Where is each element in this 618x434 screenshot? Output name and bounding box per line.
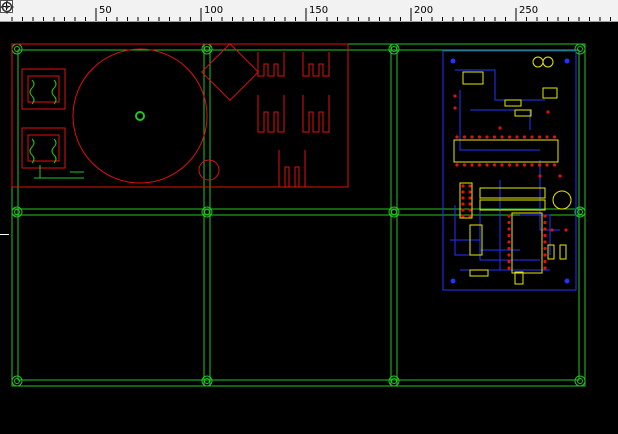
pcb-pad	[461, 196, 465, 200]
pcb-pad	[530, 163, 534, 167]
pcb-pad	[461, 184, 465, 188]
center-mark	[135, 111, 145, 121]
pcb-pad	[543, 227, 547, 231]
pcb-pad	[543, 253, 547, 257]
pcb-pad	[492, 163, 497, 167]
pcb-pad	[507, 253, 511, 257]
pcb-pad	[468, 202, 472, 206]
pcb-pad	[468, 208, 472, 212]
pcb-pad	[507, 266, 511, 270]
pcb-pad	[485, 135, 489, 139]
pcb-pad	[545, 135, 549, 139]
mounting-hole	[204, 209, 210, 215]
pcb-pad	[543, 214, 547, 218]
pcb-pad	[485, 163, 489, 167]
pcb-pad	[507, 220, 511, 225]
pcb-pad	[543, 259, 547, 264]
pcb-pad	[498, 126, 502, 130]
pcb-pad	[543, 220, 547, 225]
pcb-canvas[interactable]	[0, 22, 618, 434]
pcb-pad	[543, 266, 547, 270]
mounting-hole	[204, 378, 210, 384]
pcb-pad	[453, 106, 457, 110]
ruler-label-100: 100	[204, 5, 224, 16]
pcb-pad	[507, 259, 511, 264]
pcb-pad	[543, 240, 547, 244]
pcb-pad	[500, 163, 504, 167]
mounting-hole	[391, 378, 397, 384]
pcb-pad	[455, 163, 459, 167]
pcb-pad	[507, 227, 511, 231]
pcb-pad	[462, 135, 467, 139]
pcb-pad	[470, 163, 474, 167]
pcb-pad	[558, 174, 562, 178]
pcb-pad	[507, 240, 511, 244]
pcb-pad	[477, 163, 482, 167]
pcb-pad	[507, 233, 511, 238]
pcb-pad	[552, 163, 557, 167]
mounting-hole	[391, 46, 397, 52]
ruler-label-150: 150	[309, 5, 329, 16]
ruler-label-200: 200	[414, 5, 434, 16]
pcb-pad	[537, 163, 542, 167]
board-outline	[11, 43, 586, 387]
pcb-pad	[564, 228, 568, 232]
pcb-pad	[545, 163, 549, 167]
pcb-pad	[470, 135, 474, 139]
pcb-pad	[468, 196, 472, 200]
horizontal-ruler[interactable]: 50 100 150 200 250	[0, 0, 618, 22]
cursor-mark	[0, 234, 9, 235]
pcb-pad	[543, 233, 547, 238]
settings-gear-icon[interactable]	[0, 0, 14, 14]
pcb-pad	[461, 214, 465, 218]
mounting-hole	[14, 209, 20, 215]
mounting-hole	[577, 209, 583, 215]
ruler-label-250: 250	[519, 5, 539, 16]
pcb-pad	[507, 246, 511, 251]
mounting-hole	[391, 209, 397, 215]
pcb-pad	[522, 135, 527, 139]
pcb-pad	[462, 163, 467, 167]
pcb-pad	[552, 135, 557, 139]
pcb-pad	[515, 163, 519, 167]
pcb-pad	[492, 135, 497, 139]
pcb-pad	[546, 110, 550, 114]
mounting-hole	[204, 46, 210, 52]
pcb-pad	[507, 135, 512, 139]
pcb-pad	[500, 135, 504, 139]
pcb-pad	[537, 135, 542, 139]
pcb-pad	[538, 174, 542, 178]
pcb-pad	[507, 163, 512, 167]
mounting-hole	[577, 46, 583, 52]
pcb-pad	[543, 246, 547, 251]
pcb-pad	[455, 135, 459, 139]
pcb-pad	[461, 208, 465, 212]
pcb-pad	[468, 214, 472, 218]
pcb-pad	[515, 135, 519, 139]
pcb-pad	[522, 163, 527, 167]
ruler-label-50: 50	[99, 5, 112, 16]
mounting-hole	[577, 378, 583, 384]
mounting-hole	[11, 43, 23, 55]
mounting-hole	[14, 46, 20, 52]
transformer-windings	[29, 79, 84, 179]
pcb-drawing[interactable]	[0, 22, 618, 434]
pcb-pad	[530, 135, 534, 139]
mounting-hole	[574, 375, 586, 387]
mounting-hole	[11, 375, 23, 387]
pcb-pad	[461, 190, 465, 194]
mounting-hole	[14, 378, 20, 384]
pcb-pad	[461, 202, 465, 206]
power-section	[11, 43, 349, 188]
control-board-silk	[453, 56, 572, 285]
pcb-pad	[550, 228, 554, 232]
pcb-pad	[453, 94, 457, 98]
pcb-pad	[507, 214, 511, 218]
pcb-pad	[468, 184, 472, 188]
pcb-pad	[468, 190, 472, 194]
pcb-pad	[477, 135, 482, 139]
